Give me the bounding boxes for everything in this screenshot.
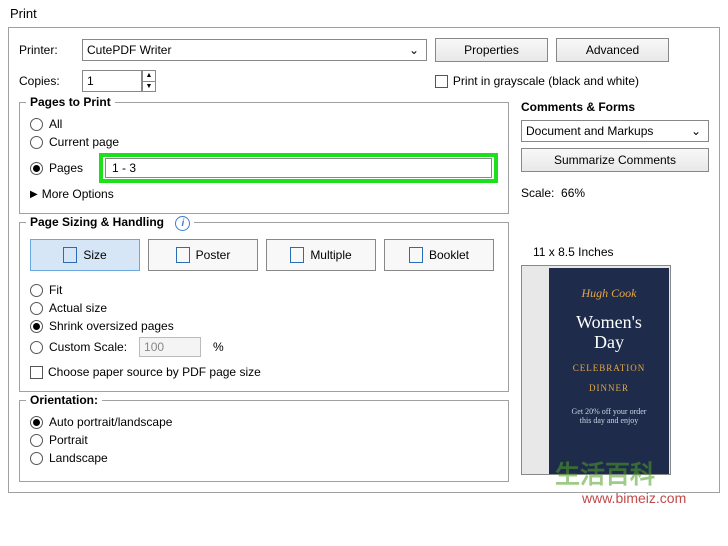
orientation-group: Orientation: Auto portrait/landscape Por…: [19, 400, 509, 482]
sizing-group: Page Sizing & Handling i Size Poster Mul…: [19, 222, 509, 392]
radio-landscape-label: Landscape: [49, 451, 108, 465]
radio-landscape[interactable]: [30, 452, 43, 465]
radio-pages-label: Pages: [49, 161, 83, 175]
orientation-legend: Orientation:: [26, 393, 102, 407]
radio-pages[interactable]: [30, 162, 43, 175]
pages-input[interactable]: 1 - 3: [105, 158, 492, 178]
advanced-button[interactable]: Advanced: [556, 38, 669, 62]
spinner-up-icon[interactable]: ▲: [143, 71, 155, 82]
dialog-title: Print: [0, 0, 728, 27]
radio-fit-label: Fit: [49, 283, 62, 297]
tab-multiple[interactable]: Multiple: [266, 239, 376, 271]
watermark-url: www.bimeiz.com: [582, 490, 686, 506]
more-options-label: More Options: [42, 187, 114, 201]
flyer-small1: Get 20% off your order: [549, 407, 669, 416]
pages-to-print-group: Pages to Print All Current page Pages 1 …: [19, 102, 509, 214]
comments-legend: Comments & Forms: [521, 100, 709, 114]
pages-legend: Pages to Print: [26, 95, 115, 109]
sizing-legend: Page Sizing & Handling i: [26, 215, 194, 231]
radio-custom[interactable]: [30, 341, 43, 354]
comments-value: Document and Markups: [526, 124, 653, 138]
radio-custom-label: Custom Scale:: [49, 340, 127, 354]
info-icon[interactable]: i: [175, 216, 190, 231]
tab-poster-label: Poster: [196, 248, 231, 262]
copies-input[interactable]: 1: [82, 70, 142, 92]
radio-actual[interactable]: [30, 302, 43, 315]
properties-button[interactable]: Properties: [435, 38, 548, 62]
tab-booklet[interactable]: Booklet: [384, 239, 494, 271]
radio-current-label: Current page: [49, 135, 119, 149]
flyer-sub2: DINNER: [549, 383, 669, 393]
radio-fit[interactable]: [30, 284, 43, 297]
radio-actual-label: Actual size: [49, 301, 107, 315]
spinner-down-icon[interactable]: ▼: [143, 82, 155, 92]
copies-label: Copies:: [19, 74, 74, 88]
preview-dimensions: 11 x 8.5 Inches: [533, 245, 709, 259]
radio-portrait-label: Portrait: [49, 433, 88, 447]
poster-icon: [176, 247, 190, 263]
print-panel: Printer: CutePDF Writer ⌄ Properties Adv…: [8, 27, 720, 493]
radio-auto-orient[interactable]: [30, 416, 43, 429]
multiple-icon: [290, 247, 304, 263]
booklet-icon: [409, 247, 423, 263]
chevron-down-icon: ⌄: [406, 43, 422, 57]
tab-booklet-label: Booklet: [429, 248, 469, 262]
flyer-title1: Women's: [549, 313, 669, 333]
choose-paper-checkbox[interactable]: [30, 366, 43, 379]
percent-label: %: [213, 340, 224, 354]
size-icon: [63, 247, 77, 263]
preview-content: Hugh Cook Women's Day CELEBRATION DINNER…: [549, 268, 669, 474]
flyer-title2: Day: [549, 333, 669, 353]
tab-poster[interactable]: Poster: [148, 239, 258, 271]
pages-highlight: 1 - 3: [99, 153, 498, 183]
radio-auto-label: Auto portrait/landscape: [49, 415, 172, 429]
radio-all[interactable]: [30, 118, 43, 131]
flyer-small2: this day and enjoy: [549, 416, 669, 425]
tab-multiple-label: Multiple: [310, 248, 351, 262]
watermark-text: 生活百科: [555, 455, 655, 491]
radio-shrink[interactable]: [30, 320, 43, 333]
choose-paper-label: Choose paper source by PDF page size: [48, 365, 261, 379]
sizing-legend-text: Page Sizing & Handling: [30, 215, 164, 229]
triangle-right-icon: ▶: [30, 189, 38, 200]
flyer-logo: Hugh Cook: [549, 286, 669, 301]
scale-value: 66%: [561, 186, 585, 200]
radio-portrait[interactable]: [30, 434, 43, 447]
custom-scale-input[interactable]: 100: [139, 337, 201, 357]
scale-label: Scale:: [521, 186, 554, 200]
tab-size[interactable]: Size: [30, 239, 140, 271]
tab-size-label: Size: [83, 248, 106, 262]
grayscale-label: Print in grayscale (black and white): [453, 74, 639, 88]
radio-current[interactable]: [30, 136, 43, 149]
chevron-down-icon: ⌄: [688, 124, 704, 138]
flyer-sub1: CELEBRATION: [549, 363, 669, 373]
printer-select[interactable]: CutePDF Writer ⌄: [82, 39, 427, 61]
printer-label: Printer:: [19, 43, 74, 57]
summarize-button[interactable]: Summarize Comments: [521, 148, 709, 172]
printer-value: CutePDF Writer: [87, 43, 171, 57]
grayscale-checkbox[interactable]: [435, 75, 448, 88]
more-options-toggle[interactable]: ▶ More Options: [30, 187, 498, 201]
comments-dropdown[interactable]: Document and Markups ⌄: [521, 120, 709, 142]
copies-spinner[interactable]: ▲ ▼: [142, 70, 156, 92]
print-preview: Hugh Cook Women's Day CELEBRATION DINNER…: [521, 265, 671, 475]
radio-all-label: All: [49, 117, 62, 131]
radio-shrink-label: Shrink oversized pages: [49, 319, 174, 333]
